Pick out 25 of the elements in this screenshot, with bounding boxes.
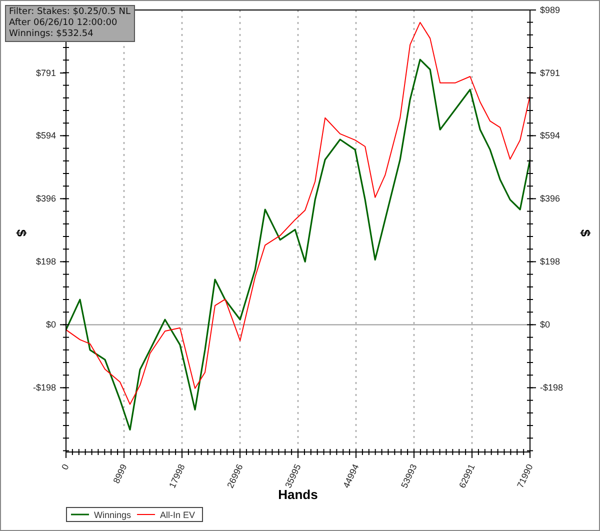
axis-tick-label: $791 — [540, 68, 560, 78]
axis-tick-label: $594 — [540, 130, 560, 141]
axis-tick-label: -$198 — [32, 382, 56, 393]
axis-tick-label: -$198 — [540, 382, 564, 393]
axis-tick-label: 35995 — [283, 462, 303, 490]
axis-tick-label: 44994 — [341, 462, 361, 490]
axis-tick-label: $0 — [540, 320, 550, 330]
axis-tick-label: 26996 — [225, 462, 245, 490]
legend-label: Winnings — [94, 510, 132, 520]
filter-info-box: Filter: Stakes: $0.25/0.5 NL After 06/26/10 12:00:00 Winnings: $532.54 — [5, 5, 135, 42]
axis-tick-label: $791 — [36, 68, 56, 78]
axis-tick-label: 17998 — [167, 462, 187, 490]
axis-tick-label: $594 — [36, 130, 56, 141]
axis-tick-label: $396 — [36, 194, 56, 204]
axis-title: $ — [14, 229, 29, 237]
axis-tick-label: $989 — [540, 5, 560, 15]
axis-tick-label: $198 — [36, 256, 56, 267]
axis-tick-label: $198 — [540, 256, 560, 267]
legend-label: All-In EV — [160, 510, 196, 520]
axis-title: Hands — [278, 487, 318, 502]
axis-title: $ — [578, 229, 593, 237]
axis-tick-label: 8999 — [111, 462, 129, 485]
axis-tick-label: $0 — [46, 320, 56, 330]
axis-tick-label: $396 — [540, 194, 560, 204]
axis-tick-label: 0 — [60, 462, 71, 472]
